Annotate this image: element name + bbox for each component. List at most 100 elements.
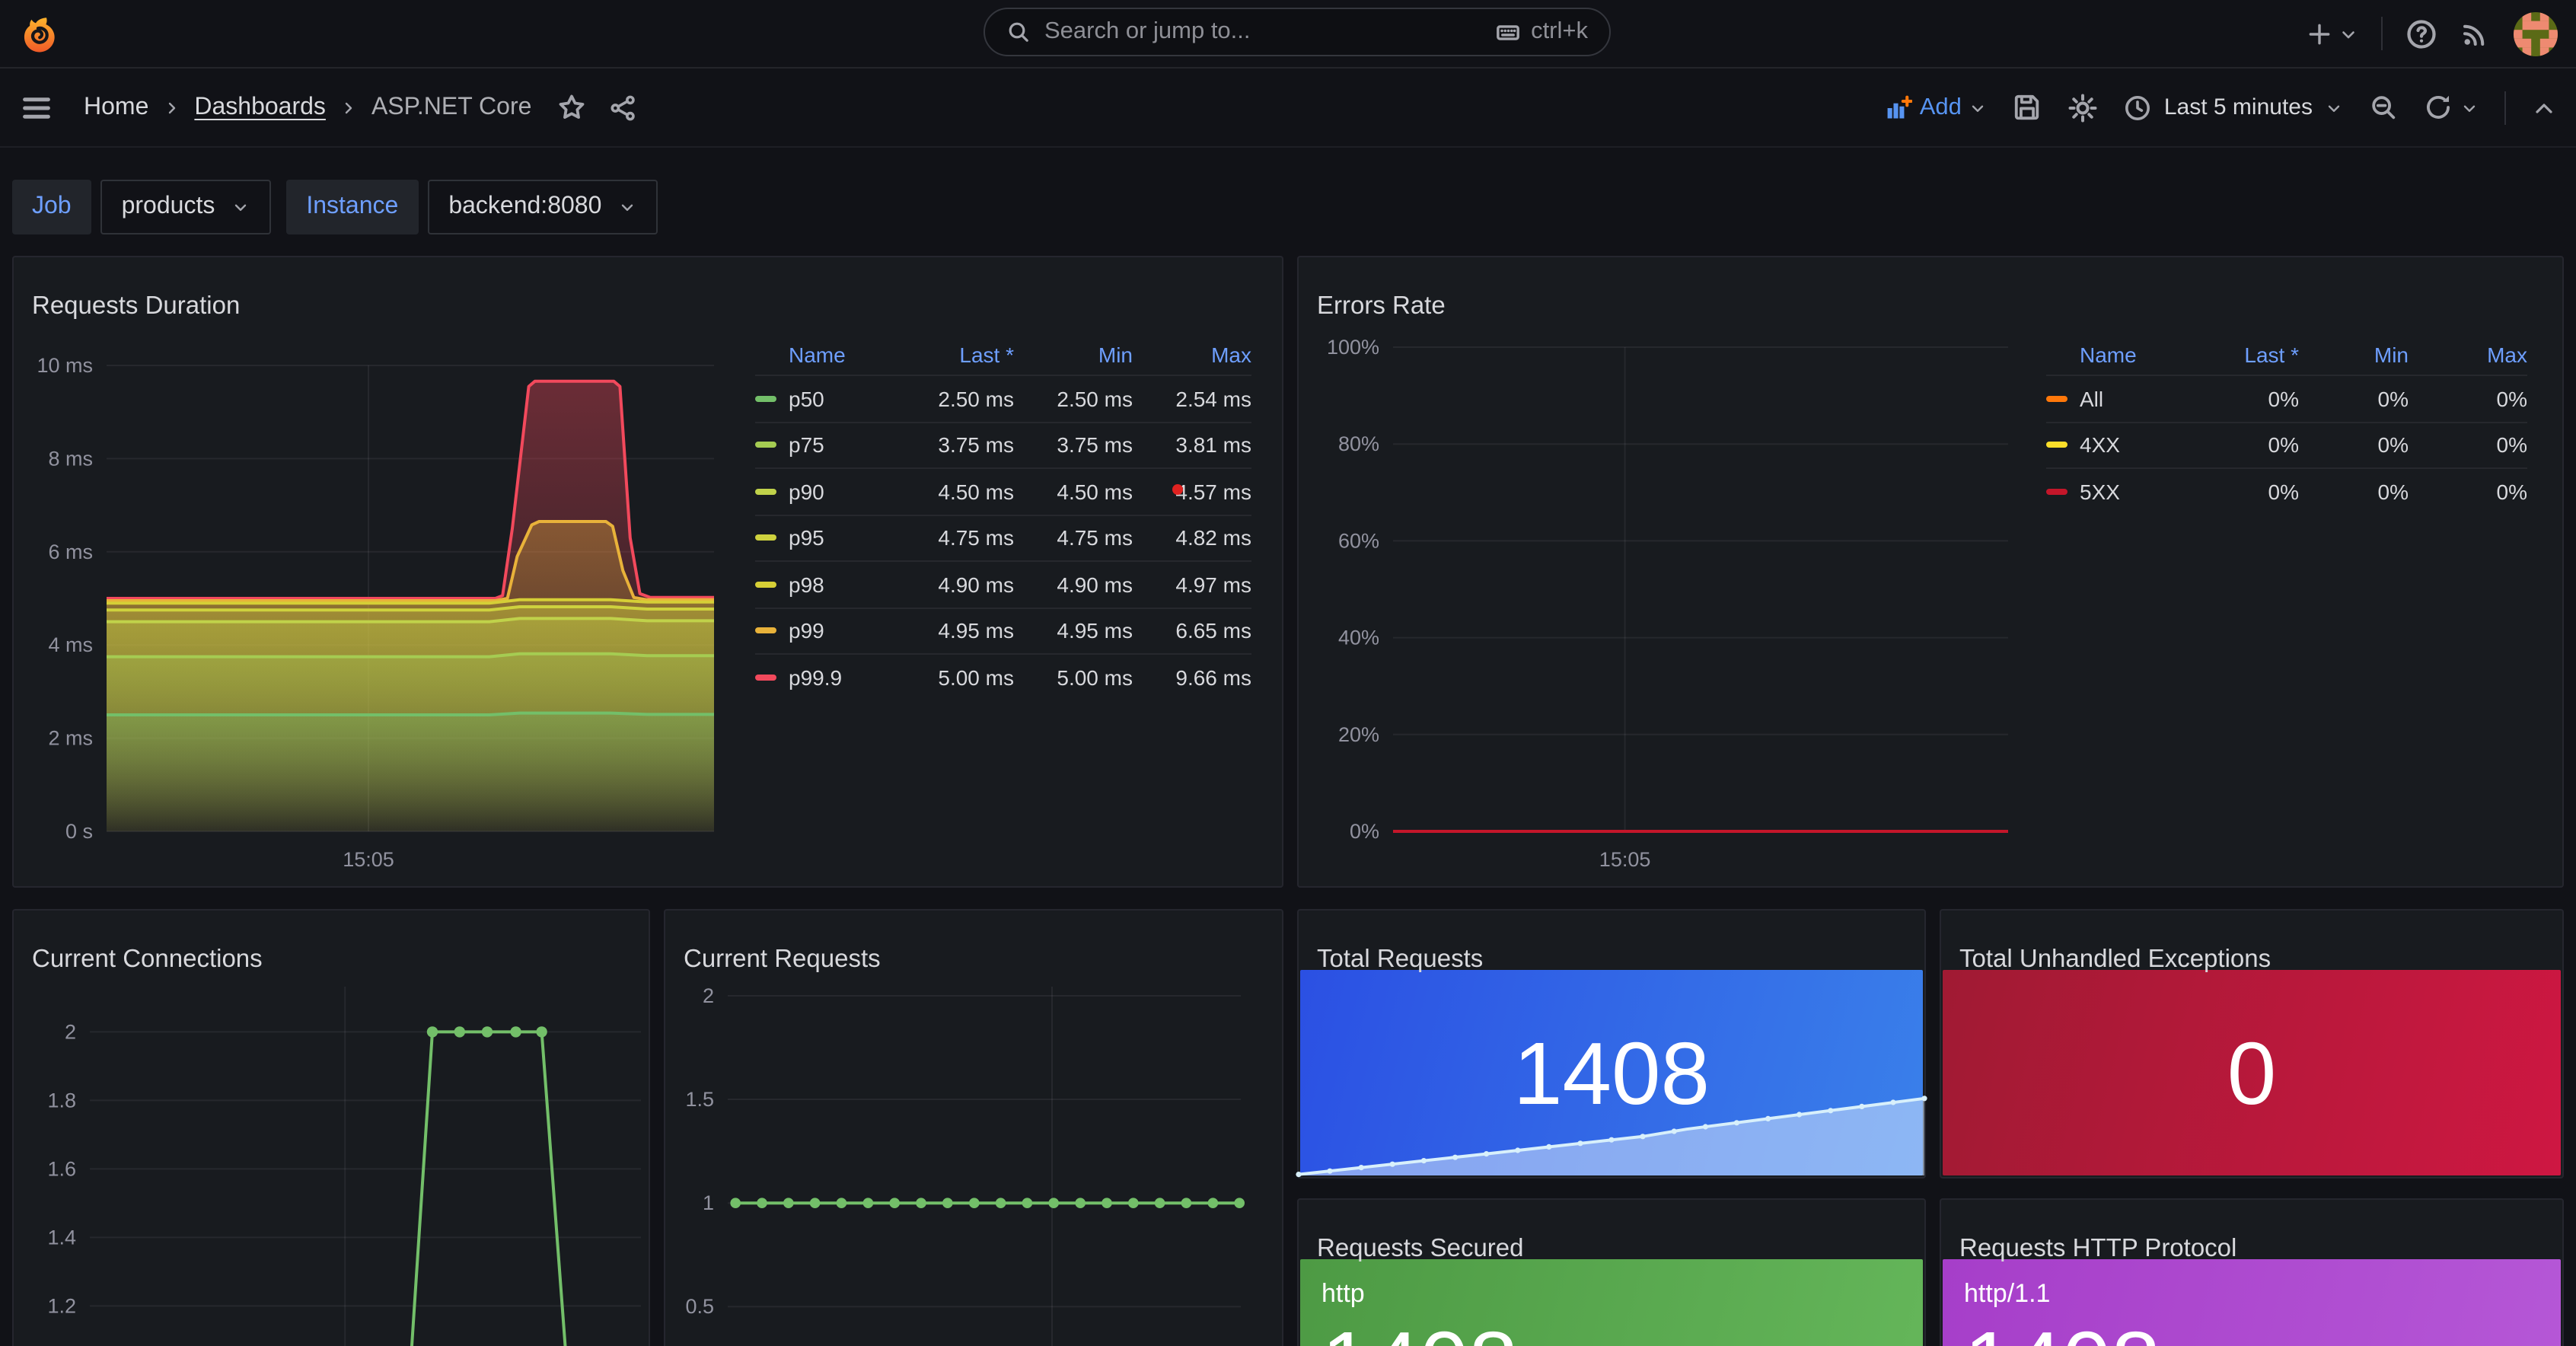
breadcrumb-current: ASP.NET Core xyxy=(371,94,531,121)
stat-label: http/1.1 xyxy=(1964,1279,2050,1309)
legend-header-name[interactable]: Name xyxy=(755,343,886,367)
legend-header-min[interactable]: Min xyxy=(2299,343,2409,367)
chevron-down-icon xyxy=(2460,98,2479,116)
help-icon[interactable] xyxy=(2405,18,2437,49)
series-max: 2.54 ms xyxy=(1133,387,1251,411)
chevron-down-icon xyxy=(231,198,250,216)
chevron-down-icon xyxy=(618,198,636,216)
mouse-cursor-dot xyxy=(1172,484,1183,495)
breadcrumb-dashboards[interactable]: Dashboards xyxy=(194,94,326,121)
panel-title[interactable]: Current Requests xyxy=(684,945,881,974)
legend-header-max[interactable]: Max xyxy=(1133,343,1251,367)
series-name[interactable]: p95 xyxy=(789,526,824,550)
chevron-right-icon xyxy=(340,98,358,116)
series-color-swatch xyxy=(2046,442,2067,448)
panel-title[interactable]: Errors Rate xyxy=(1317,292,1446,321)
legend-row[interactable]: 4XX 0% 0% 0% xyxy=(2046,421,2527,467)
series-last: 2.50 ms xyxy=(886,387,1014,411)
user-avatar[interactable] xyxy=(2514,11,2558,56)
series-name[interactable]: p99.9 xyxy=(789,665,842,690)
legend-row[interactable]: p98 4.90 ms 4.90 ms 4.97 ms xyxy=(755,560,1251,607)
zoom-out-icon[interactable] xyxy=(2369,93,2398,122)
series-name[interactable]: 5XX xyxy=(2080,480,2120,504)
share-icon[interactable] xyxy=(609,94,636,121)
series-name[interactable]: 4XX xyxy=(2080,433,2120,458)
panel-title[interactable]: Requests HTTP Protocol xyxy=(1959,1234,2236,1263)
stat-value: 0 xyxy=(1941,970,2562,1177)
series-name[interactable]: p98 xyxy=(789,573,824,597)
variable-picker-instance[interactable]: backend:8080 xyxy=(427,180,658,234)
panel-current-requests[interactable]: Current Requests xyxy=(664,909,1283,1346)
legend-row[interactable]: p50 2.50 ms 2.50 ms 2.54 ms xyxy=(755,375,1251,421)
legend-row[interactable]: All 0% 0% 0% xyxy=(2046,375,2527,421)
legend-row[interactable]: 5XX 0% 0% 0% xyxy=(2046,467,2527,514)
panel-title[interactable]: Current Connections xyxy=(32,945,263,974)
series-max: 9.66 ms xyxy=(1133,665,1251,690)
panel-title[interactable]: Requests Secured xyxy=(1317,1234,1524,1263)
search-shortcut: ctrl+k xyxy=(1531,18,1588,46)
series-last: 3.75 ms xyxy=(886,433,1014,458)
new-button[interactable] xyxy=(2307,21,2358,46)
panel-requests-http-protocol[interactable]: Requests HTTP Protocol http/1.1 1408 xyxy=(1940,1198,2564,1346)
series-color-swatch xyxy=(755,396,776,402)
settings-gear-icon[interactable] xyxy=(2068,92,2099,123)
series-max: 0% xyxy=(2409,480,2527,504)
legend-header-last[interactable]: Last * xyxy=(886,343,1014,367)
search-icon xyxy=(1006,20,1031,44)
save-icon[interactable] xyxy=(2013,93,2042,122)
legend-header-min[interactable]: Min xyxy=(1014,343,1133,367)
series-name[interactable]: p75 xyxy=(789,433,824,458)
legend-row[interactable]: p99.9 5.00 ms 5.00 ms 9.66 ms xyxy=(755,653,1251,700)
add-panel-button[interactable]: Add xyxy=(1885,94,1988,121)
breadcrumb: Home Dashboards ASP.NET Core xyxy=(84,93,636,122)
chevron-down-icon xyxy=(2325,98,2343,116)
series-last: 0% xyxy=(2186,480,2299,504)
panel-current-connections[interactable]: Current Connections xyxy=(12,909,650,1346)
divider xyxy=(2504,91,2506,124)
stat-value: 1408 xyxy=(1321,1313,1518,1346)
series-color-swatch xyxy=(2046,489,2067,495)
legend-row[interactable]: p95 4.75 ms 4.75 ms 4.82 ms xyxy=(755,514,1251,560)
series-max: 6.65 ms xyxy=(1133,619,1251,643)
news-icon[interactable] xyxy=(2460,18,2491,49)
panel-title[interactable]: Requests Duration xyxy=(32,292,240,321)
series-name[interactable]: p90 xyxy=(789,480,824,504)
favorite-star-icon[interactable] xyxy=(557,93,586,122)
series-min: 4.50 ms xyxy=(1014,480,1133,504)
grafana-logo-icon[interactable] xyxy=(17,14,56,53)
menu-icon[interactable] xyxy=(20,91,53,124)
series-max: 4.57 ms xyxy=(1133,480,1251,504)
legend-row[interactable]: p75 3.75 ms 3.75 ms 3.81 ms xyxy=(755,421,1251,467)
search-input[interactable]: Search or jump to... ctrl+k xyxy=(984,8,1611,56)
legend-header-last[interactable]: Last * xyxy=(2186,343,2299,367)
series-color-swatch xyxy=(755,628,776,634)
variable-picker-job[interactable]: products xyxy=(100,180,272,234)
chevron-down-icon xyxy=(1969,98,1988,116)
legend-row[interactable]: p99 4.95 ms 4.95 ms 6.65 ms xyxy=(755,607,1251,653)
legend-header-max[interactable]: Max xyxy=(2409,343,2527,367)
stat-label: http xyxy=(1321,1279,1365,1309)
panel-total-requests[interactable]: Total Requests 1408 xyxy=(1297,909,1926,1179)
series-max: 4.97 ms xyxy=(1133,573,1251,597)
series-name[interactable]: p50 xyxy=(789,387,824,411)
panel-total-unhandled-exceptions[interactable]: Total Unhandled Exceptions 0 xyxy=(1940,909,2564,1179)
collapse-up-icon[interactable] xyxy=(2532,95,2556,120)
time-range-picker[interactable]: Last 5 minutes xyxy=(2125,94,2343,121)
plus-icon xyxy=(2307,21,2332,46)
legend-header-name[interactable]: Name xyxy=(2046,343,2186,367)
series-min: 4.95 ms xyxy=(1014,619,1133,643)
series-max: 3.81 ms xyxy=(1133,433,1251,458)
panel-requests-secured[interactable]: Requests Secured http 1408 xyxy=(1297,1198,1926,1346)
topbar-actions xyxy=(2307,0,2558,67)
series-last: 4.50 ms xyxy=(886,480,1014,504)
refresh-button[interactable] xyxy=(2424,93,2479,122)
series-color-swatch xyxy=(2046,396,2067,402)
refresh-icon xyxy=(2424,93,2453,122)
series-color-swatch xyxy=(755,675,776,681)
series-color-swatch xyxy=(755,489,776,495)
series-name[interactable]: p99 xyxy=(789,619,824,643)
dashboard-variables: Job products Instance backend:8080 xyxy=(12,180,658,234)
series-name[interactable]: All xyxy=(2080,387,2103,411)
series-min: 0% xyxy=(2299,433,2409,458)
breadcrumb-home[interactable]: Home xyxy=(84,94,148,121)
